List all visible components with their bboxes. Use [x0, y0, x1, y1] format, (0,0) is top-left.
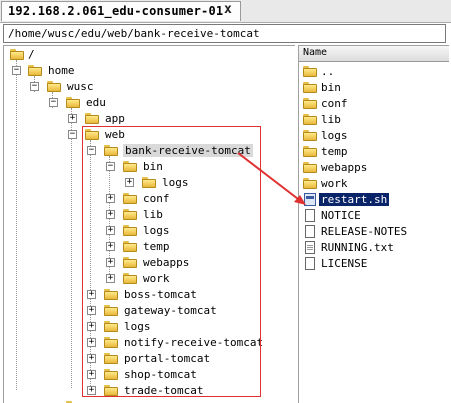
collapse-icon[interactable]: − [68, 130, 77, 139]
folder-icon [303, 130, 317, 141]
column-header-name[interactable]: Name [299, 46, 449, 62]
folder-icon [10, 49, 24, 60]
text-file-icon [305, 241, 315, 254]
folder-icon [303, 178, 317, 189]
folder-icon [303, 146, 317, 157]
folder-icon [303, 82, 317, 93]
path-text: /home/wusc/edu/web/bank-receive-tomcat [8, 27, 260, 40]
collapse-icon[interactable]: − [12, 66, 21, 75]
tab-bar: 192.168.2.061_edu-consumer-01 x [0, 0, 451, 23]
highlight-box [82, 126, 261, 397]
folder-icon [28, 65, 42, 76]
collapse-icon[interactable]: − [49, 98, 58, 107]
folder-icon [303, 114, 317, 125]
folder-icon [66, 97, 80, 108]
folder-icon [303, 66, 317, 77]
tab-title: 192.168.2.061_edu-consumer-01 [8, 4, 224, 18]
collapse-icon[interactable]: − [30, 82, 39, 91]
tree-guide [71, 108, 72, 388]
script-file-icon [304, 193, 316, 206]
file-icon [305, 225, 315, 238]
tree-guide [16, 60, 17, 390]
file-icon [305, 209, 315, 222]
expand-icon[interactable]: + [68, 114, 77, 123]
session-tab[interactable]: 192.168.2.061_edu-consumer-01 x [1, 1, 241, 21]
folder-icon [303, 98, 317, 109]
folder-icon [47, 81, 61, 92]
folder-icon [85, 113, 99, 124]
file-icon [305, 257, 315, 270]
close-icon[interactable]: x [224, 2, 232, 17]
file-list[interactable]: Name .. bin conf lib logs temp webapps w… [298, 45, 449, 403]
folder-icon [303, 162, 317, 173]
path-field[interactable]: /home/wusc/edu/web/bank-receive-tomcat [3, 24, 446, 43]
